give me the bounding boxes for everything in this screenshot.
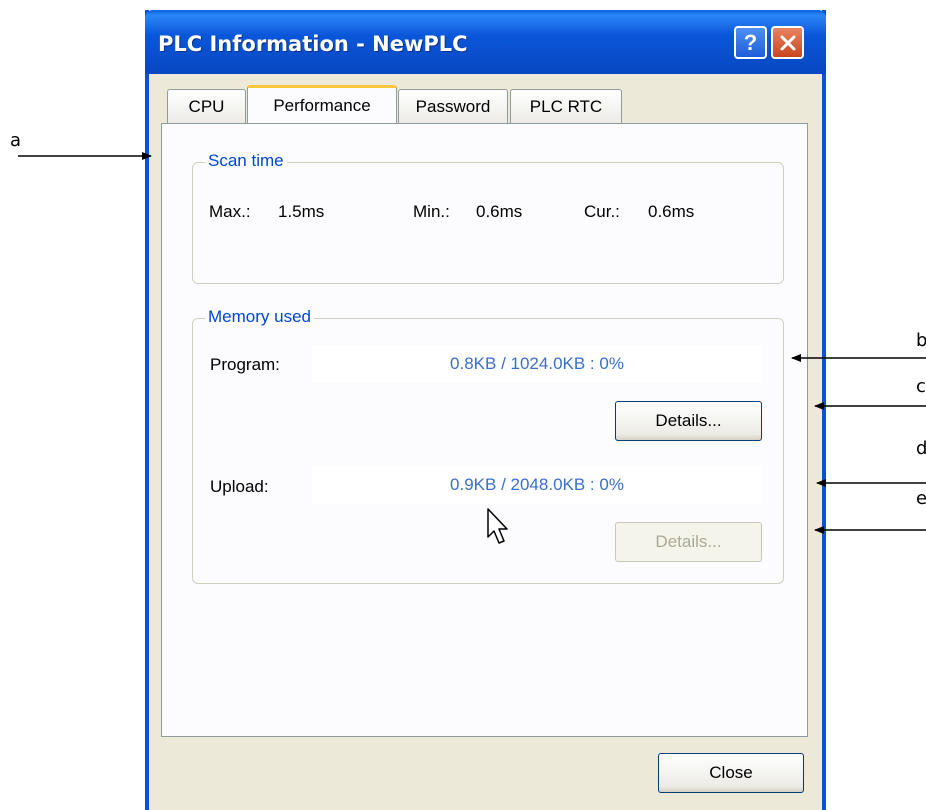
tab-performance[interactable]: Performance bbox=[247, 85, 397, 123]
annotation-arrows bbox=[18, 152, 926, 534]
